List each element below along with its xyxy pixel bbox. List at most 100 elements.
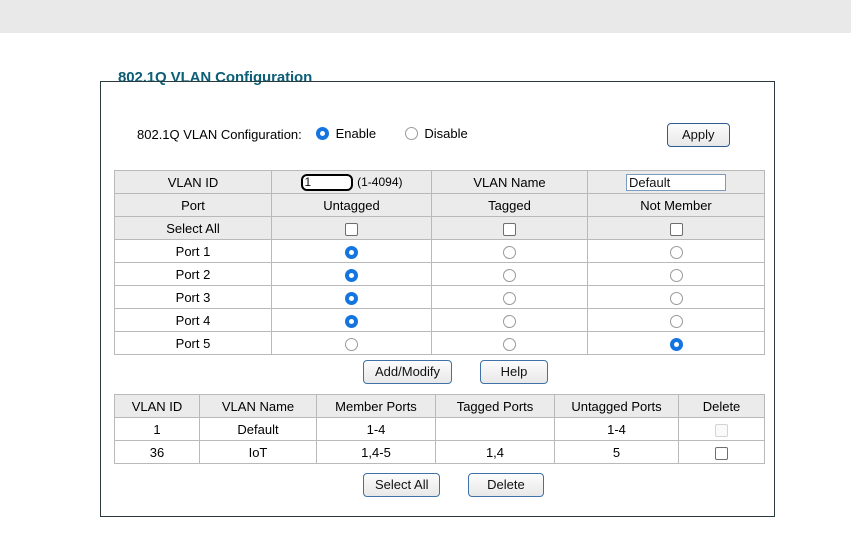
radio-enable[interactable]: Enable <box>313 125 376 141</box>
port-4-tagged-radio[interactable] <box>503 314 516 328</box>
port-1-notmember-cell <box>587 239 765 263</box>
port-5-untagged-cell <box>271 331 432 355</box>
vlan-id-input[interactable] <box>300 173 353 191</box>
port-4-untagged-radio[interactable] <box>345 314 358 328</box>
list-cell-vlan-id: 1 <box>114 417 200 441</box>
delete-checkbox-vlan-36[interactable] <box>715 446 728 460</box>
radio-disable-indicator[interactable] <box>404 127 418 141</box>
radio-disable[interactable]: Disable <box>402 125 468 141</box>
vlan-name-input-cell <box>587 170 765 194</box>
radio-disable-label: Disable <box>424 126 468 142</box>
list-cell-delete <box>678 440 765 464</box>
vlan-id-range-text: (1-4094) <box>357 175 403 190</box>
vlan-list-header-row: VLAN ID VLAN Name Member Ports Tagged Po… <box>114 394 765 418</box>
port-label: Port 1 <box>114 239 272 263</box>
list-header-vlan-name: VLAN Name <box>199 394 317 418</box>
list-cell-vlan-name: Default <box>199 417 317 441</box>
vlan-enable-row: 802.1Q VLAN Configuration: Enable Disabl… <box>137 125 757 147</box>
vlan-configuration-panel: 802.1Q VLAN Configuration: Enable Disabl… <box>100 81 775 517</box>
port-4-untagged-cell <box>271 308 432 332</box>
port-2-untagged-radio[interactable] <box>345 268 358 282</box>
list-cell-tagged-ports <box>435 417 555 441</box>
table-row: Port 3 <box>114 285 765 309</box>
browser-chrome-bar <box>0 0 851 33</box>
select-all-tagged-cell <box>431 216 588 240</box>
port-2-notmember-radio[interactable] <box>669 268 683 282</box>
port-1-notmember-radio[interactable] <box>669 245 683 259</box>
vlan-list-table: VLAN ID VLAN Name Member Ports Tagged Po… <box>114 394 765 464</box>
list-cell-member-ports: 1,4-5 <box>316 440 436 464</box>
port-5-untagged-radio[interactable] <box>345 337 358 351</box>
vlan-id-header: VLAN ID <box>114 170 272 194</box>
bottom-button-bar: Select All Delete <box>363 473 544 497</box>
port-1-tagged-cell <box>431 239 588 263</box>
port-3-notmember-radio[interactable] <box>669 291 683 305</box>
port-1-tagged-radio[interactable] <box>503 245 516 259</box>
mid-button-bar: Add/Modify Help <box>363 360 549 384</box>
vlan-enable-radio-group: Enable Disable <box>313 125 490 141</box>
delete-button[interactable]: Delete <box>468 473 544 497</box>
select-all-tagged-checkbox[interactable] <box>503 222 516 236</box>
port-1-untagged-cell <box>271 239 432 263</box>
port-2-tagged-cell <box>431 262 588 286</box>
port-2-tagged-radio[interactable] <box>503 268 516 282</box>
select-all-untagged-checkbox[interactable] <box>345 222 358 236</box>
port-4-tagged-cell <box>431 308 588 332</box>
untagged-column-header: Untagged <box>271 193 432 217</box>
table-row: Port 2 <box>114 262 765 286</box>
list-cell-member-ports: 1-4 <box>316 417 436 441</box>
add-modify-button[interactable]: Add/Modify <box>363 360 453 384</box>
port-label: Port 2 <box>114 262 272 286</box>
list-cell-untagged-ports: 5 <box>554 440 679 464</box>
vlan-name-input[interactable] <box>626 173 726 191</box>
vlan-id-input-cell: (1-4094) <box>271 170 432 194</box>
select-all-row: Select All <box>114 216 765 240</box>
select-all-untagged-cell <box>271 216 432 240</box>
list-header-vlan-id: VLAN ID <box>114 394 200 418</box>
apply-button-wrap: Apply <box>667 123 730 147</box>
select-all-label: Select All <box>114 216 272 240</box>
port-2-untagged-cell <box>271 262 432 286</box>
port-3-tagged-radio[interactable] <box>503 291 516 305</box>
apply-button[interactable]: Apply <box>667 123 730 147</box>
membership-header-row: Port Untagged Tagged Not Member <box>114 193 765 217</box>
table-row: Port 4 <box>114 308 765 332</box>
port-5-notmember-radio[interactable] <box>669 337 683 351</box>
port-3-untagged-cell <box>271 285 432 309</box>
select-all-notmember-cell <box>587 216 765 240</box>
list-cell-vlan-id: 36 <box>114 440 200 464</box>
port-5-notmember-cell <box>587 331 765 355</box>
port-4-notmember-radio[interactable] <box>669 314 683 328</box>
radio-enable-label: Enable <box>335 126 377 142</box>
list-header-tagged-ports: Tagged Ports <box>435 394 555 418</box>
port-membership-table: VLAN ID (1-4094) VLAN Name Port Untagged… <box>114 170 765 355</box>
list-header-delete: Delete <box>678 394 765 418</box>
port-3-notmember-cell <box>587 285 765 309</box>
port-5-tagged-cell <box>431 331 588 355</box>
vlan-name-header: VLAN Name <box>431 170 588 194</box>
port-3-untagged-radio[interactable] <box>345 291 358 305</box>
vlan-id-row: VLAN ID (1-4094) VLAN Name <box>114 170 765 194</box>
delete-checkbox-vlan-1 <box>715 423 728 437</box>
port-label: Port 5 <box>114 331 272 355</box>
table-row: Port 5 <box>114 331 765 355</box>
list-cell-vlan-name: IoT <box>199 440 317 464</box>
list-cell-untagged-ports: 1-4 <box>554 417 679 441</box>
port-label: Port 3 <box>114 285 272 309</box>
table-row: 1 Default 1-4 1-4 <box>114 417 765 441</box>
vlan-enable-label: 802.1Q VLAN Configuration: <box>137 127 302 142</box>
select-all-button[interactable]: Select All <box>363 473 441 497</box>
help-button[interactable]: Help <box>479 360 549 384</box>
select-all-notmember-checkbox[interactable] <box>669 222 683 236</box>
not-member-column-header: Not Member <box>587 193 765 217</box>
port-label: Port 4 <box>114 308 272 332</box>
list-cell-delete <box>678 417 765 441</box>
list-header-untagged-ports: Untagged Ports <box>554 394 679 418</box>
table-row: Port 1 <box>114 239 765 263</box>
list-cell-tagged-ports: 1,4 <box>435 440 555 464</box>
port-column-header: Port <box>114 193 272 217</box>
port-5-tagged-radio[interactable] <box>503 337 516 351</box>
port-3-tagged-cell <box>431 285 588 309</box>
radio-enable-indicator[interactable] <box>316 127 329 141</box>
port-1-untagged-radio[interactable] <box>345 245 358 259</box>
